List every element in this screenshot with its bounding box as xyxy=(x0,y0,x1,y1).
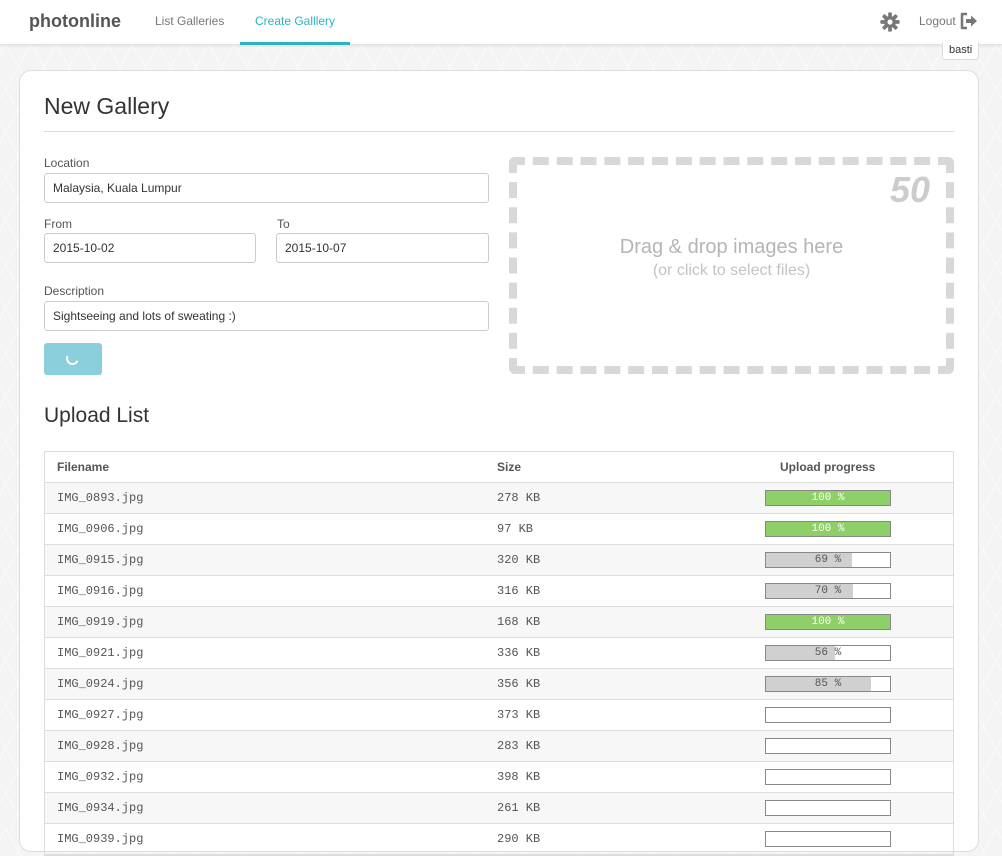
upload-progress-bar: 100 % xyxy=(765,490,891,506)
dropzone-main-text: Drag & drop images here xyxy=(619,236,844,258)
size-cell: 290 KB xyxy=(497,832,541,846)
to-label: To xyxy=(277,217,290,231)
filename-cell: IMG_0932.jpg xyxy=(57,770,144,784)
size-cell: 373 KB xyxy=(497,708,541,722)
filename-cell: IMG_0934.jpg xyxy=(57,801,144,815)
location-input[interactable] xyxy=(44,173,489,203)
location-label: Location xyxy=(44,156,90,170)
sign-out-icon[interactable] xyxy=(959,11,979,31)
upload-progress-bar: 56 % xyxy=(765,645,891,661)
table-row: IMG_0919.jpg 168 KB 100 % xyxy=(45,607,953,638)
table-row: IMG_0916.jpg 316 KB 70 % xyxy=(45,576,953,607)
table-row: IMG_0927.jpg 373 KB xyxy=(45,700,953,731)
size-cell: 168 KB xyxy=(497,615,541,629)
description-input[interactable] xyxy=(44,301,489,331)
nav-list-galleries[interactable]: List Galleries xyxy=(155,14,224,28)
table-body: IMG_0893.jpg 278 KB 100 % IMG_0906.jpg 97 KB… xyxy=(45,483,953,855)
username-badge: basti xyxy=(942,42,980,60)
file-count: 50 xyxy=(889,169,930,210)
loading-spinner-icon xyxy=(64,350,81,367)
upload-progress-bar xyxy=(765,707,891,723)
logout-link[interactable]: Logout xyxy=(919,14,956,28)
table-row: IMG_0921.jpg 336 KB 56 % xyxy=(45,638,953,669)
active-tab-indicator xyxy=(240,42,350,45)
progress-label: 85 % xyxy=(814,678,842,690)
upload-progress-bar xyxy=(765,769,891,785)
size-cell: 320 KB xyxy=(497,553,541,567)
size-cell: 283 KB xyxy=(497,739,541,753)
progress-label: 70 % xyxy=(814,585,842,597)
table-row: IMG_0893.jpg 278 KB 100 % xyxy=(45,483,953,514)
create-gallery-card: New Gallery Location From To Description… xyxy=(19,70,979,856)
filename-cell: IMG_0921.jpg xyxy=(57,646,144,660)
upload-progress-bar xyxy=(765,800,891,816)
upload-progress-bar: 70 % xyxy=(765,583,891,599)
gear-icon[interactable] xyxy=(879,11,901,33)
table-row: IMG_0928.jpg 283 KB xyxy=(45,731,953,762)
size-cell: 97 KB xyxy=(497,522,534,536)
table-row: IMG_0939.jpg 290 KB xyxy=(45,824,953,855)
progress-label: 100 % xyxy=(811,523,845,535)
filename-cell: IMG_0893.jpg xyxy=(57,491,144,505)
progress-label: 100 % xyxy=(811,616,845,628)
size-cell: 336 KB xyxy=(497,646,541,660)
column-header-size: Size xyxy=(497,460,522,474)
size-cell: 278 KB xyxy=(497,491,541,505)
upload-list-title: Upload List xyxy=(44,404,150,427)
progress-label: 69 % xyxy=(814,554,842,566)
filename-cell: IMG_0939.jpg xyxy=(57,832,144,846)
upload-progress-bar: 100 % xyxy=(765,614,891,630)
table-row: IMG_0915.jpg 320 KB 69 % xyxy=(45,545,953,576)
description-label: Description xyxy=(44,284,105,298)
brand-logo[interactable]: photonline xyxy=(29,11,121,32)
upload-progress-bar: 100 % xyxy=(765,521,891,537)
table-row: IMG_0934.jpg 261 KB xyxy=(45,793,953,824)
size-cell: 261 KB xyxy=(497,801,541,815)
column-header-progress: Upload progress xyxy=(780,460,876,474)
upload-progress-bar: 69 % xyxy=(765,552,891,568)
to-date-input[interactable] xyxy=(276,233,489,263)
filename-cell: IMG_0916.jpg xyxy=(57,584,144,598)
size-cell: 356 KB xyxy=(497,677,541,691)
progress-label: 56 % xyxy=(814,647,842,659)
nav-create-gallery[interactable]: Create Galllery xyxy=(255,14,335,28)
title-divider xyxy=(44,131,954,132)
upload-table: Filename Size Upload progress IMG_0893.j… xyxy=(44,451,954,856)
upload-progress-bar xyxy=(765,831,891,847)
table-row: IMG_0924.jpg 356 KB 85 % xyxy=(45,669,953,700)
page-title: New Gallery xyxy=(44,93,170,119)
create-gallery-button[interactable] xyxy=(44,343,102,375)
filename-cell: IMG_0906.jpg xyxy=(57,522,144,536)
table-row: IMG_0906.jpg 97 KB 100 % xyxy=(45,514,953,545)
image-dropzone[interactable]: 50 Drag & drop images here (or click to … xyxy=(509,157,954,374)
filename-cell: IMG_0919.jpg xyxy=(57,615,144,629)
dropzone-sub-text: (or click to select files) xyxy=(652,262,811,279)
upload-progress-bar: 85 % xyxy=(765,676,891,692)
upload-progress-bar xyxy=(765,738,891,754)
filename-cell: IMG_0915.jpg xyxy=(57,553,144,567)
table-row: IMG_0932.jpg 398 KB xyxy=(45,762,953,793)
column-header-filename: Filename xyxy=(57,460,110,474)
from-date-input[interactable] xyxy=(44,233,256,263)
top-navbar: photonline List Galleries Create Galller… xyxy=(0,0,1002,60)
progress-label: 100 % xyxy=(811,492,845,504)
filename-cell: IMG_0927.jpg xyxy=(57,708,144,722)
size-cell: 316 KB xyxy=(497,584,541,598)
size-cell: 398 KB xyxy=(497,770,541,784)
filename-cell: IMG_0924.jpg xyxy=(57,677,144,691)
from-label: From xyxy=(44,217,72,231)
filename-cell: IMG_0928.jpg xyxy=(57,739,144,753)
table-header: Filename Size Upload progress xyxy=(45,452,953,483)
